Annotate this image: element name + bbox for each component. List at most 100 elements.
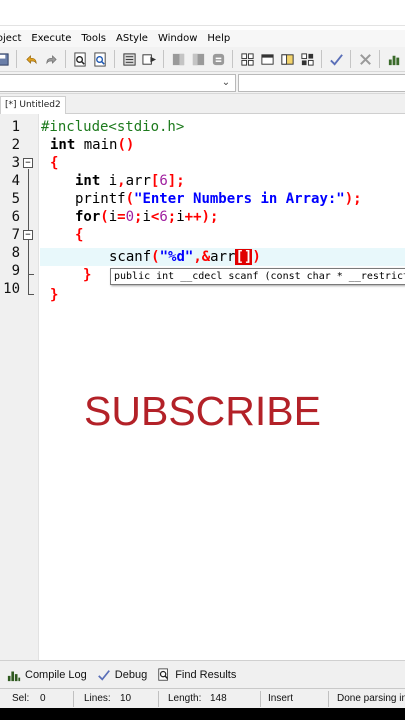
code-line-9: }: [83, 266, 91, 284]
screen-border: [0, 708, 405, 720]
ide-window: roject Execute Tools AStyle Window Help: [0, 0, 405, 720]
symbol: (: [100, 209, 109, 225]
subscribe-overlay: SUBSCRIBE: [84, 388, 321, 434]
run-icon[interactable]: [141, 51, 157, 67]
chevron-down-icon[interactable]: ⌄: [219, 76, 233, 90]
layout-icon[interactable]: [279, 51, 295, 67]
indent-icon[interactable]: [170, 51, 186, 67]
tab-compile-log[interactable]: Compile Log: [7, 668, 87, 682]
string-literal: "%d": [159, 249, 194, 265]
code-line-5: printf("Enter Numbers in Array:");: [75, 190, 362, 208]
status-length-value: 148: [210, 693, 227, 704]
number: 6: [159, 209, 168, 225]
identifier: scanf: [109, 249, 152, 265]
toolbar-divider: [114, 50, 115, 68]
toolbar-divider: [379, 50, 380, 68]
redo-icon[interactable]: [43, 51, 59, 67]
symbol: ): [252, 249, 261, 265]
identifier: main: [75, 137, 118, 153]
identifier: printf: [75, 191, 126, 207]
chart-icon[interactable]: [386, 51, 402, 67]
preprocessor: #include<stdio.h>: [41, 119, 185, 135]
bookmark-icon[interactable]: [210, 51, 226, 67]
symbol: ,: [117, 173, 126, 189]
class-browser-combo[interactable]: ⌄: [0, 74, 236, 92]
find-icon[interactable]: [72, 51, 88, 67]
chart-icon: [7, 671, 21, 681]
window-icon[interactable]: [259, 51, 275, 67]
code-line-3: {: [50, 154, 58, 172]
function-hint-tooltip: public int __cdecl scanf (const char * _…: [110, 268, 405, 285]
status-divider: [73, 691, 74, 707]
status-message: Done parsing in: [337, 693, 405, 704]
toolbar: [0, 47, 405, 72]
symbol: =: [117, 209, 126, 225]
bracket-match: []: [235, 249, 253, 265]
status-sel-value: 0: [40, 693, 46, 704]
keyword: for: [75, 209, 101, 225]
tab-label: Debug: [114, 668, 148, 681]
code-line-7: {: [75, 226, 83, 244]
keyword: int: [75, 173, 101, 189]
symbol: (): [117, 137, 135, 153]
bottom-panel-tabs: Compile Log Debug Find Results: [0, 660, 405, 688]
unindent-icon[interactable]: [190, 51, 206, 67]
brace: {: [50, 155, 59, 171]
code-area: #include<stdio.h> int main() { int i,arr…: [0, 114, 405, 660]
replace-icon[interactable]: [92, 51, 108, 67]
grid-icon[interactable]: [239, 51, 255, 67]
toolbar-divider: [350, 50, 351, 68]
symbol: (: [125, 191, 135, 207]
menu-execute[interactable]: Execute: [26, 33, 76, 44]
tab-debug[interactable]: Debug: [97, 668, 147, 682]
identifier: i: [108, 209, 118, 225]
menu-bar: roject Execute Tools AStyle Window Help: [0, 30, 405, 47]
code-line-1: #include<stdio.h>: [41, 118, 184, 136]
combo-row: ⌄: [0, 72, 405, 94]
brace: }: [83, 267, 92, 283]
menu-project[interactable]: roject: [0, 33, 26, 44]
menu-help[interactable]: Help: [202, 33, 235, 44]
symbol: );: [344, 191, 362, 207]
save-all-icon[interactable]: [0, 51, 10, 67]
tab-label: Compile Log: [25, 668, 87, 681]
title-bar: [0, 0, 405, 26]
menu-tools[interactable]: Tools: [76, 33, 111, 44]
status-divider: [260, 691, 261, 707]
symbol: ;: [167, 209, 177, 225]
number: 6: [159, 173, 168, 189]
tab-find-results[interactable]: Find Results: [157, 667, 237, 682]
identifier: i: [100, 173, 118, 189]
keyword: int: [50, 137, 76, 153]
string-literal: "Enter Numbers in Array:": [134, 191, 345, 207]
code-line-10: }: [50, 286, 58, 304]
tab-untitled2[interactable]: [*] Untitled2: [0, 96, 66, 114]
editor-tab-bar: [*] Untitled2: [0, 94, 405, 114]
toolbar-divider: [163, 50, 164, 68]
check-icon[interactable]: [328, 51, 344, 67]
menu-astyle[interactable]: AStyle: [111, 33, 153, 44]
identifier: i: [176, 209, 185, 225]
code-line-8: scanf("%d",&arr[]): [109, 248, 261, 266]
undo-icon[interactable]: [23, 51, 39, 67]
status-lines-value: 10: [120, 693, 132, 704]
identifier: arr: [210, 249, 236, 265]
function-combo[interactable]: [238, 74, 405, 92]
code-line-4: int i,arr[6];: [75, 172, 185, 190]
menu-window[interactable]: Window: [153, 33, 202, 44]
search-icon: [158, 667, 169, 681]
code-editor[interactable]: 1 2 3 4 5 6 7 8 9 10 − − #include<stdio.…: [0, 114, 405, 660]
cross-icon[interactable]: [357, 51, 373, 67]
status-sel-label: Sel:: [12, 693, 30, 704]
tile-icon[interactable]: [299, 51, 315, 67]
status-mode: Insert: [268, 693, 294, 704]
identifier: i: [142, 209, 151, 225]
tab-label: Find Results: [175, 668, 237, 681]
compile-icon[interactable]: [121, 51, 137, 67]
code-line-2: int main(): [50, 136, 134, 154]
status-lines-label: Lines:: [84, 693, 111, 704]
brace: }: [50, 287, 59, 303]
status-bar: Sel: 0 Lines: 10 Length: 148 Insert Done…: [0, 688, 405, 708]
check-icon: [97, 669, 110, 681]
status-length-label: Length:: [168, 693, 202, 704]
